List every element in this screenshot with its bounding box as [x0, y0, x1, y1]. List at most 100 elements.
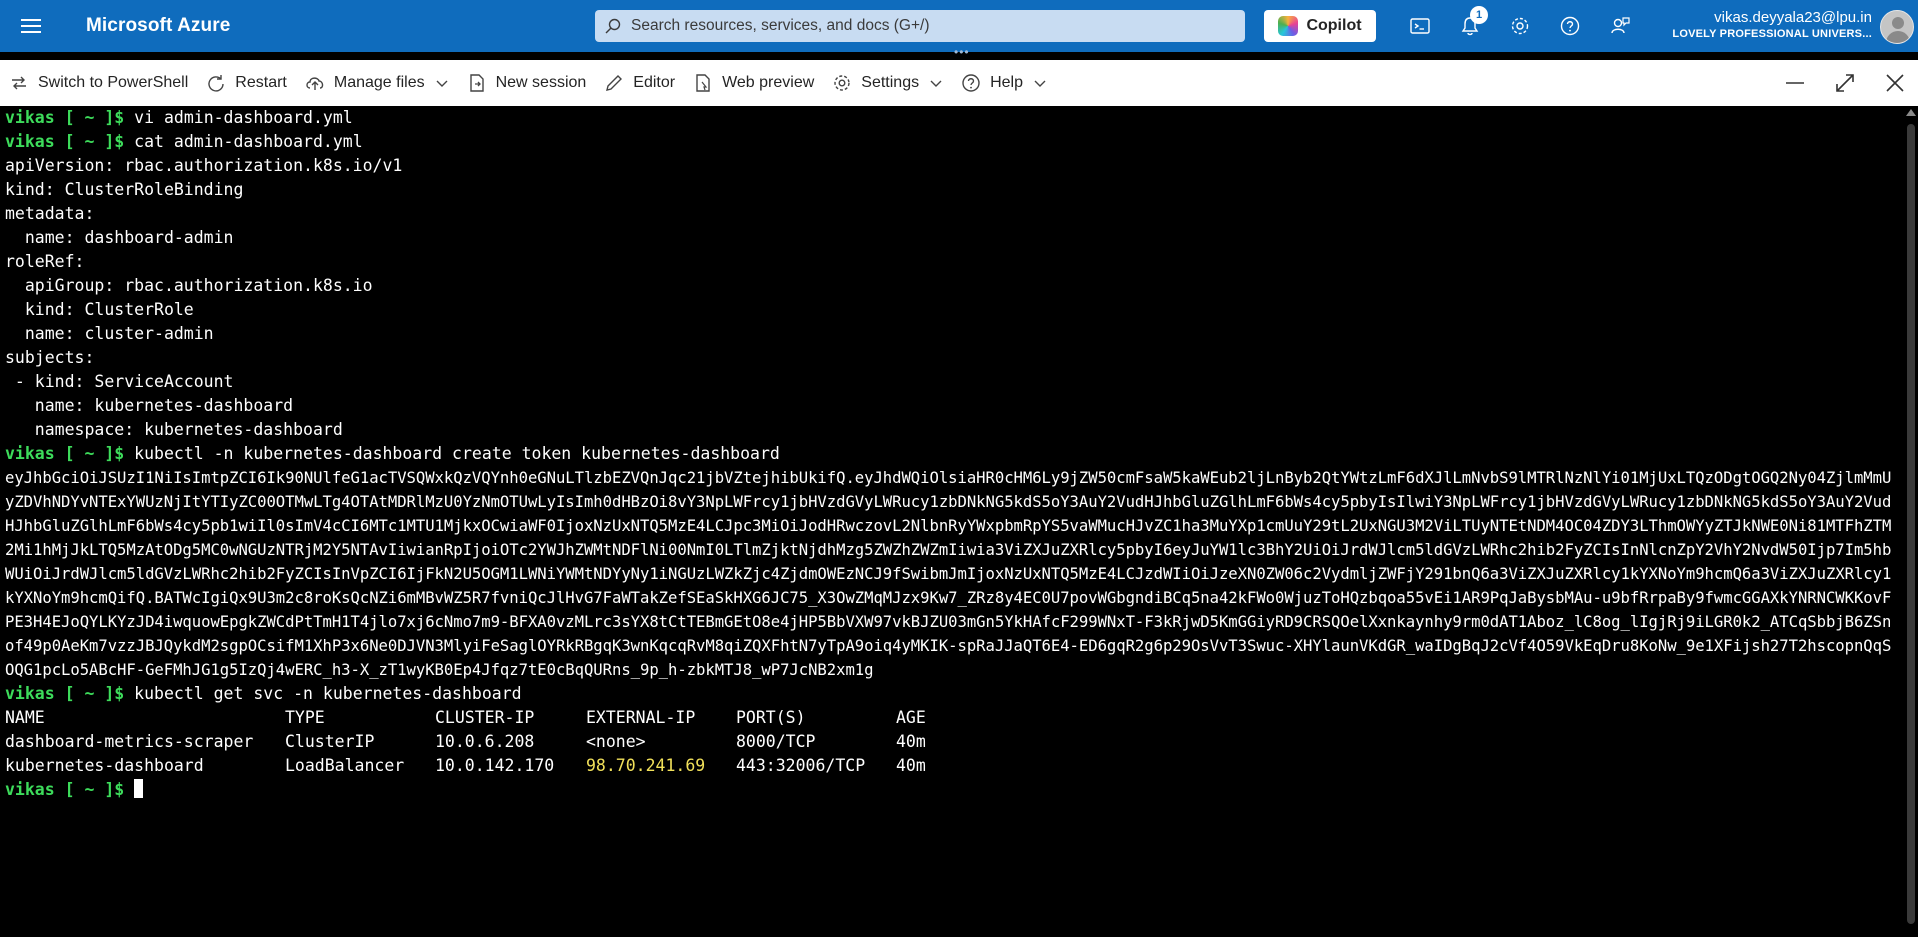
pencil-icon	[606, 75, 623, 91]
switch-to-powershell-button[interactable]: Switch to PowerShell	[0, 60, 197, 106]
notification-badge: 1	[1470, 6, 1488, 24]
web-preview-icon	[696, 74, 710, 92]
command-text: kubectl -n kubernetes-dashboard create t…	[124, 444, 780, 463]
scroll-up-arrow-icon[interactable]	[1906, 109, 1916, 116]
yaml-line: - kind: ServiceAccount	[5, 372, 234, 391]
svc-name: dashboard-metrics-scraper	[5, 732, 254, 751]
help-icon	[962, 74, 980, 92]
yaml-line: namespace: kubernetes-dashboard	[5, 420, 343, 439]
gear-icon	[1511, 17, 1529, 35]
restart-button[interactable]: Restart	[197, 60, 296, 106]
cloud-shell-toolbar: Switch to PowerShell Restart Manage file…	[0, 60, 1918, 106]
notifications-button[interactable]: 1	[1456, 6, 1488, 40]
command-text: cat admin-dashboard.yml	[124, 132, 363, 151]
svc-table-row: kubernetes-dashboard LoadBalancer 10.0.142…	[5, 754, 1900, 778]
feedback-button[interactable]	[1606, 12, 1634, 40]
web-preview-label: Web preview	[722, 74, 815, 91]
col-external-ip-header: EXTERNAL-IP	[586, 708, 696, 727]
shell-prompt: vikas [ ~ ]$	[5, 684, 125, 703]
portal-menu-button[interactable]	[0, 0, 62, 52]
close-button[interactable]	[1882, 70, 1908, 96]
shell-prompt: vikas [ ~ ]$	[5, 108, 125, 127]
copilot-icon	[1278, 16, 1299, 36]
help-icon	[1560, 16, 1580, 36]
editor-label: Editor	[633, 74, 676, 91]
manage-files-label: Manage files	[333, 74, 425, 91]
terminal-line: vikas [ ~ ]$ kubectl -n kubernetes-dashb…	[5, 442, 1900, 466]
avatar-head	[1892, 17, 1904, 29]
switch-arrows-icon	[12, 76, 26, 90]
help-label: Help	[990, 74, 1023, 91]
shell-prompt: vikas [ ~ ]$	[5, 780, 125, 799]
new-session-button[interactable]: New session	[458, 60, 596, 106]
col-ports-header: PORT(S)	[736, 708, 806, 727]
search-placeholder: Search resources, services, and docs (G+…	[631, 17, 930, 34]
terminal-line: vikas [ ~ ]$ vi admin-dashboard.yml	[5, 106, 1900, 130]
switch-to-powershell-label: Switch to PowerShell	[38, 74, 189, 91]
maximize-icon	[1836, 74, 1854, 92]
yaml-line: apiVersion: rbac.authorization.k8s.io/v1	[5, 156, 403, 175]
avatar[interactable]	[1880, 10, 1914, 44]
svc-ports: 443:32006/TCP	[736, 756, 866, 775]
help-menu-button[interactable]: Help	[952, 60, 1056, 106]
svc-age: 40m	[896, 732, 926, 751]
minimize-button[interactable]	[1782, 70, 1808, 96]
command-text: kubectl get svc -n kubernetes-dashboard	[124, 684, 522, 703]
svc-table-header: NAME TYPE CLUSTER-IP EXTERNAL-IP PORT(S) AGE	[5, 706, 1900, 730]
minimize-icon	[1786, 82, 1804, 84]
yaml-line: apiGroup: rbac.authorization.k8s.io	[5, 276, 373, 295]
account-email: vikas.deyyala23@lpu.in	[1714, 9, 1872, 26]
new-session-icon	[469, 74, 484, 92]
hamburger-icon	[21, 19, 41, 33]
manage-files-button[interactable]: Manage files	[296, 60, 458, 106]
terminal-scrollbar[interactable]	[1904, 106, 1918, 937]
svc-ports: 8000/TCP	[736, 732, 816, 751]
shell-prompt: vikas [ ~ ]$	[5, 132, 125, 151]
restart-label: Restart	[235, 74, 287, 91]
scrollbar-thumb[interactable]	[1907, 124, 1915, 924]
yaml-line: kind: ClusterRole	[5, 300, 194, 319]
feedback-icon	[1611, 17, 1630, 34]
search-icon	[605, 18, 621, 34]
yaml-line: name: kubernetes-dashboard	[5, 396, 294, 415]
chevron-down-icon	[930, 80, 942, 87]
svc-type: ClusterIP	[285, 732, 375, 751]
close-icon	[1886, 74, 1904, 92]
restart-icon	[208, 75, 224, 92]
terminal-line: vikas [ ~ ]$	[5, 778, 1900, 802]
portal-brand[interactable]: Microsoft Azure	[62, 15, 572, 37]
gear-icon	[834, 75, 850, 91]
yaml-line: name: dashboard-admin	[5, 228, 234, 247]
col-name-header: NAME	[5, 708, 45, 727]
settings-button[interactable]	[1506, 12, 1534, 40]
col-type-header: TYPE	[285, 708, 325, 727]
svc-type: LoadBalancer	[285, 756, 405, 775]
terminal-icon	[1410, 18, 1430, 34]
svc-cluster-ip: 10.0.142.170	[435, 756, 555, 775]
col-cluster-ip-header: CLUSTER-IP	[435, 708, 535, 727]
editor-button[interactable]: Editor	[595, 60, 684, 106]
terminal-cursor	[134, 779, 144, 798]
resize-handle-icon[interactable]: •••	[954, 46, 970, 58]
new-session-label: New session	[495, 74, 587, 91]
global-search-input[interactable]: Search resources, services, and docs (G+…	[595, 10, 1245, 42]
yaml-line: subjects:	[5, 348, 95, 367]
maximize-button[interactable]	[1832, 70, 1858, 96]
cloud-shell-button[interactable]	[1406, 12, 1434, 40]
command-text: vi admin-dashboard.yml	[124, 108, 353, 127]
svc-cluster-ip: 10.0.6.208	[435, 732, 535, 751]
settings-menu-button[interactable]: Settings	[823, 60, 952, 106]
account-directory: LOVELY PROFESSIONAL UNIVERS...	[1672, 28, 1872, 40]
svc-external-ip: 98.70.241.69	[586, 756, 706, 775]
cloud-upload-icon	[306, 77, 324, 90]
copilot-button[interactable]: Copilot	[1264, 10, 1376, 42]
web-preview-button[interactable]: Web preview	[684, 60, 823, 106]
svc-age: 40m	[896, 756, 926, 775]
account-menu[interactable]: vikas.deyyala23@lpu.in LOVELY PROFESSION…	[1668, 9, 1872, 42]
terminal-line: vikas [ ~ ]$ cat admin-dashboard.yml	[5, 130, 1900, 154]
yaml-line: metadata:	[5, 204, 95, 223]
terminal-output[interactable]: vikas [ ~ ]$ vi admin-dashboard.yml vika…	[0, 106, 1900, 937]
help-button[interactable]	[1556, 12, 1584, 40]
chevron-down-icon	[436, 80, 448, 87]
yaml-line: kind: ClusterRoleBinding	[5, 180, 244, 199]
